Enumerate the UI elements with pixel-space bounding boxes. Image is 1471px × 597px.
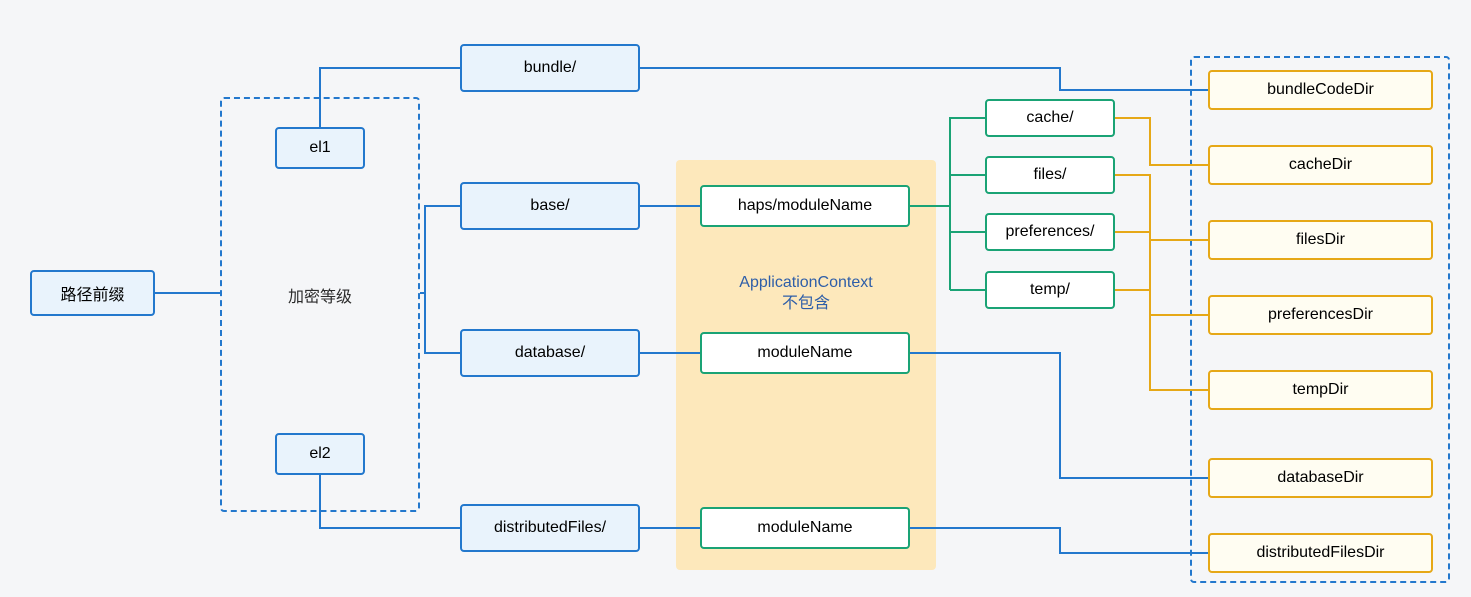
el1-node: el1 — [275, 127, 365, 169]
encryption-label: 加密等级 — [270, 283, 370, 307]
preferencesDir-node: preferencesDir — [1208, 295, 1433, 335]
tempDir-node: tempDir — [1208, 370, 1433, 410]
dist-module-node: moduleName — [700, 507, 910, 549]
db-module-node: moduleName — [700, 332, 910, 374]
bundle-node: bundle/ — [460, 44, 640, 92]
haps-module-node: haps/moduleName — [700, 185, 910, 227]
appcontext-title: ApplicationContext 不包含 — [676, 273, 936, 315]
cacheDir-node: cacheDir — [1208, 145, 1433, 185]
base-node: base/ — [460, 182, 640, 230]
database-node: database/ — [460, 329, 640, 377]
files-node: files/ — [985, 156, 1115, 194]
distributedFilesDir-node: distributedFilesDir — [1208, 533, 1433, 573]
path-prefix-label: 路径前缀 — [60, 281, 124, 305]
temp-node: temp/ — [985, 271, 1115, 309]
databaseDir-node: databaseDir — [1208, 458, 1433, 498]
bundleCodeDir-node: bundleCodeDir — [1208, 70, 1433, 110]
cache-node: cache/ — [985, 99, 1115, 137]
path-prefix-node: 路径前缀 — [30, 270, 155, 316]
el2-node: el2 — [275, 433, 365, 475]
preferences-node: preferences/ — [985, 213, 1115, 251]
distributedfiles-node: distributedFiles/ — [460, 504, 640, 552]
filesDir-node: filesDir — [1208, 220, 1433, 260]
